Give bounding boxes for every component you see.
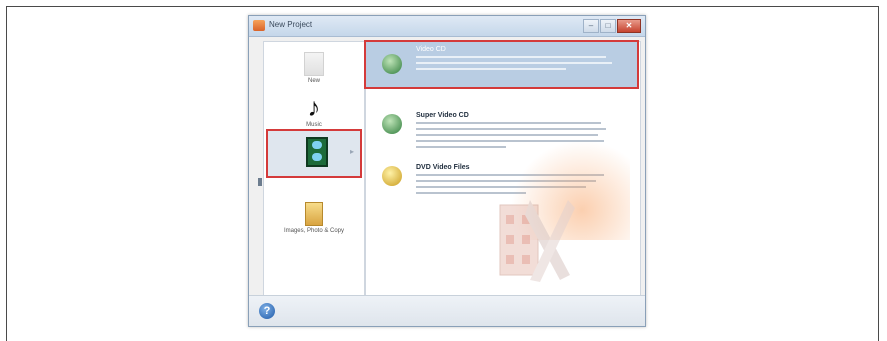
sidebar-item-label: Images, Photo & Copy bbox=[283, 228, 345, 234]
option-description bbox=[416, 56, 616, 74]
sidebar-item-video[interactable]: ▸ bbox=[266, 129, 362, 178]
close-button[interactable]: ✕ bbox=[617, 19, 641, 33]
option-title: DVD Video Files bbox=[416, 164, 470, 171]
help-icon[interactable]: ? bbox=[259, 303, 275, 319]
photo-icon bbox=[305, 202, 323, 226]
video-film-icon bbox=[306, 137, 328, 167]
minimize-button[interactable]: – bbox=[583, 19, 599, 33]
title-bar: New Project – □ ✕ bbox=[249, 16, 645, 37]
video-cd-disc-icon bbox=[382, 54, 402, 74]
window-title: New Project bbox=[269, 20, 313, 29]
dvd-disc-icon bbox=[382, 166, 402, 186]
sidebar-item-label: Music bbox=[306, 122, 322, 128]
sidebar-item-music[interactable]: ♪ Music bbox=[264, 94, 364, 128]
super-video-cd-disc-icon bbox=[382, 114, 402, 134]
bottom-bar: ? bbox=[249, 295, 645, 326]
maximize-button[interactable]: □ bbox=[600, 19, 616, 33]
chevron-right-icon: ▸ bbox=[349, 147, 354, 156]
option-video-cd[interactable]: Video CD bbox=[364, 40, 639, 89]
sidebar-collapse-handle[interactable] bbox=[258, 178, 262, 186]
option-title: Super Video CD bbox=[416, 112, 469, 119]
sidebar-item-new[interactable]: New bbox=[264, 52, 364, 84]
sidebar-item-label: New bbox=[307, 78, 320, 84]
sidebar-item-images[interactable]: Images, Photo & Copy bbox=[264, 202, 364, 234]
music-note-icon: ♪ bbox=[307, 92, 321, 122]
mascot-artwork bbox=[499, 200, 575, 282]
new-document-icon bbox=[304, 52, 324, 76]
window-controls: – □ ✕ bbox=[583, 19, 641, 33]
option-title: Video CD bbox=[416, 46, 446, 53]
app-flame-icon bbox=[253, 20, 265, 31]
